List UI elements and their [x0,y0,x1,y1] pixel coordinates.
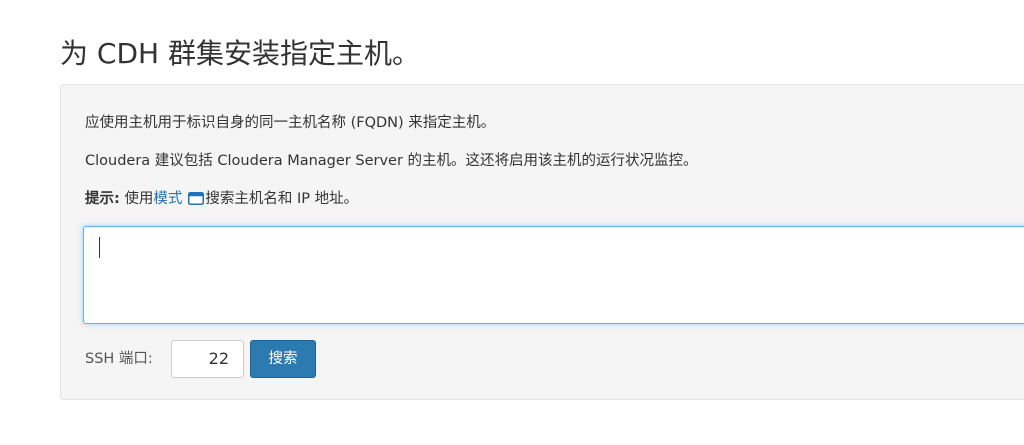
hint-text: 提示: 使用模式 搜索主机名和 IP 地址。 [85,189,358,209]
search-button[interactable]: 搜索 [250,340,316,378]
window-icon[interactable] [188,192,205,205]
text-caret [99,237,100,258]
hint-prefix: 使用 [119,191,154,207]
page-title: 为 CDH 群集安装指定主机。 [60,37,420,70]
recommendation-text: Cloudera 建议包括 Cloudera Manager Server 的主… [85,153,698,169]
hostnames-textarea[interactable] [83,226,1024,324]
host-spec-panel: 应使用主机用于标识自身的同一主机名称 (FQDN) 来指定主机。 Clouder… [60,84,1024,400]
pattern-link[interactable]: 模式 [153,191,182,207]
ssh-port-input[interactable]: 22 [171,340,244,378]
hint-suffix: 搜索主机名和 IP 地址。 [205,191,359,207]
ssh-port-label: SSH 端口: [85,351,153,367]
hint-label: 提示: [85,191,120,207]
intro-text: 应使用主机用于标识自身的同一主机名称 (FQDN) 来指定主机。 [85,115,496,131]
